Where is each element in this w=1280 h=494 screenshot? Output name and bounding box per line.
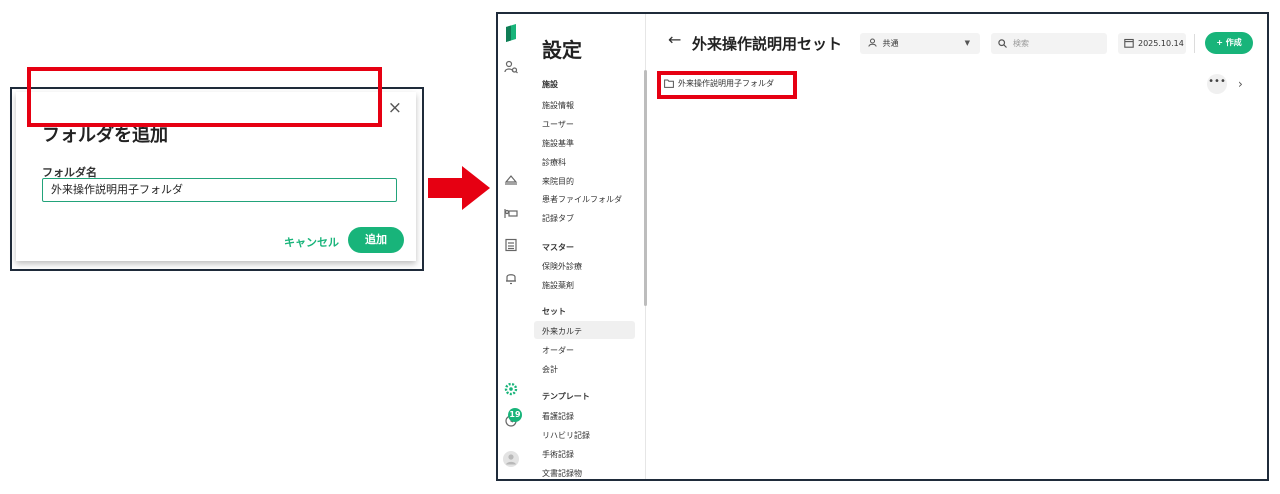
document-icon[interactable] (502, 236, 520, 254)
scope-select[interactable]: 共通 ▼ (860, 33, 980, 54)
folder-name-input[interactable]: 外来操作説明用子フォルダ (42, 178, 397, 202)
sidebar-section-template: テンプレート (542, 392, 590, 401)
sidebar-item-active[interactable]: 外来カルテ (542, 326, 582, 337)
create-button[interactable]: + 作成 (1205, 32, 1253, 54)
search-icon (998, 39, 1007, 48)
sidebar-item[interactable]: 看護記録 (542, 411, 574, 422)
sidebar-item[interactable]: 患者ファイルフォルダ (542, 194, 622, 205)
cancel-button[interactable]: キャンセル (284, 234, 339, 250)
bell-icon[interactable] (502, 269, 520, 287)
sidebar-item[interactable]: リハビリ記録 (542, 430, 590, 441)
highlight-box-folder-name (27, 67, 382, 127)
sidebar-item[interactable]: 手術記録 (542, 449, 574, 460)
sidebar-item[interactable]: 記録タブ (542, 213, 574, 224)
add-button[interactable]: 追加 (348, 227, 404, 253)
chevron-right-icon[interactable]: › (1238, 74, 1243, 94)
sidebar-item[interactable]: 保険外診療 (542, 261, 582, 272)
sidebar-item[interactable]: オーダー (542, 345, 574, 356)
user-search-icon[interactable] (502, 58, 520, 76)
settings-sidebar: 設定 施設 施設情報 ユーザー 施設基準 診療科 来院目的 患者ファイルフォルダ… (526, 14, 646, 479)
set-title: 外来操作説明用セット (692, 35, 843, 53)
calendar-icon (1124, 38, 1134, 48)
hat-icon[interactable] (502, 171, 520, 189)
logo-icon[interactable] (502, 24, 520, 42)
sidebar-section-facility: 施設 (542, 80, 558, 89)
sidebar-item[interactable]: 会計 (542, 364, 558, 375)
sidebar-item[interactable]: 来院目的 (542, 176, 574, 187)
more-options-icon[interactable]: ••• (1207, 74, 1227, 94)
main-content: ← 外来操作説明用セット 共通 ▼ 検索 2025.10.14 + 作成 外来操 (648, 14, 1267, 479)
sidebar-section-master: マスター (542, 243, 574, 252)
sidebar-section-set: セット (542, 307, 566, 316)
sidebar-item[interactable]: 施設基準 (542, 138, 574, 149)
notification-badge: 19 (508, 408, 522, 422)
bed-icon[interactable] (502, 204, 520, 222)
date-picker[interactable]: 2025.10.14 (1118, 33, 1186, 54)
settings-app-window: 19 設定 施設 施設情報 ユーザー 施設基準 診療科 来院目的 患者ファイルフ… (496, 12, 1269, 481)
person-icon (868, 38, 880, 48)
right-arrow-icon (428, 166, 490, 210)
sidebar-heading: 設定 (542, 38, 582, 62)
scope-select-value: 共通 (882, 39, 899, 48)
sidebar-item[interactable]: 診療科 (542, 157, 566, 168)
date-value: 2025.10.14 (1138, 39, 1184, 48)
highlight-box-folder (657, 71, 797, 99)
search-placeholder: 検索 (1013, 39, 1029, 48)
toolbar-divider (1194, 34, 1195, 53)
sidebar-item[interactable]: ユーザー (542, 119, 574, 130)
sidebar-item[interactable]: 施設情報 (542, 100, 574, 111)
settings-icon[interactable] (502, 380, 520, 398)
screenshot-stage: × フォルダを追加 フォルダ名 外来操作説明用子フォルダ キャンセル 追加 19… (0, 0, 1280, 494)
sidebar-item[interactable]: 施設薬剤 (542, 280, 574, 291)
close-icon[interactable]: × (388, 100, 402, 117)
search-input[interactable]: 検索 (991, 33, 1107, 54)
icon-rail: 19 (498, 14, 526, 479)
caret-down-icon: ▼ (964, 39, 970, 47)
back-arrow-icon[interactable]: ← (668, 30, 681, 49)
sidebar-scrollbar[interactable] (644, 70, 647, 306)
avatar-icon[interactable] (502, 450, 520, 468)
sidebar-item[interactable]: 文書記録物 (542, 468, 582, 479)
